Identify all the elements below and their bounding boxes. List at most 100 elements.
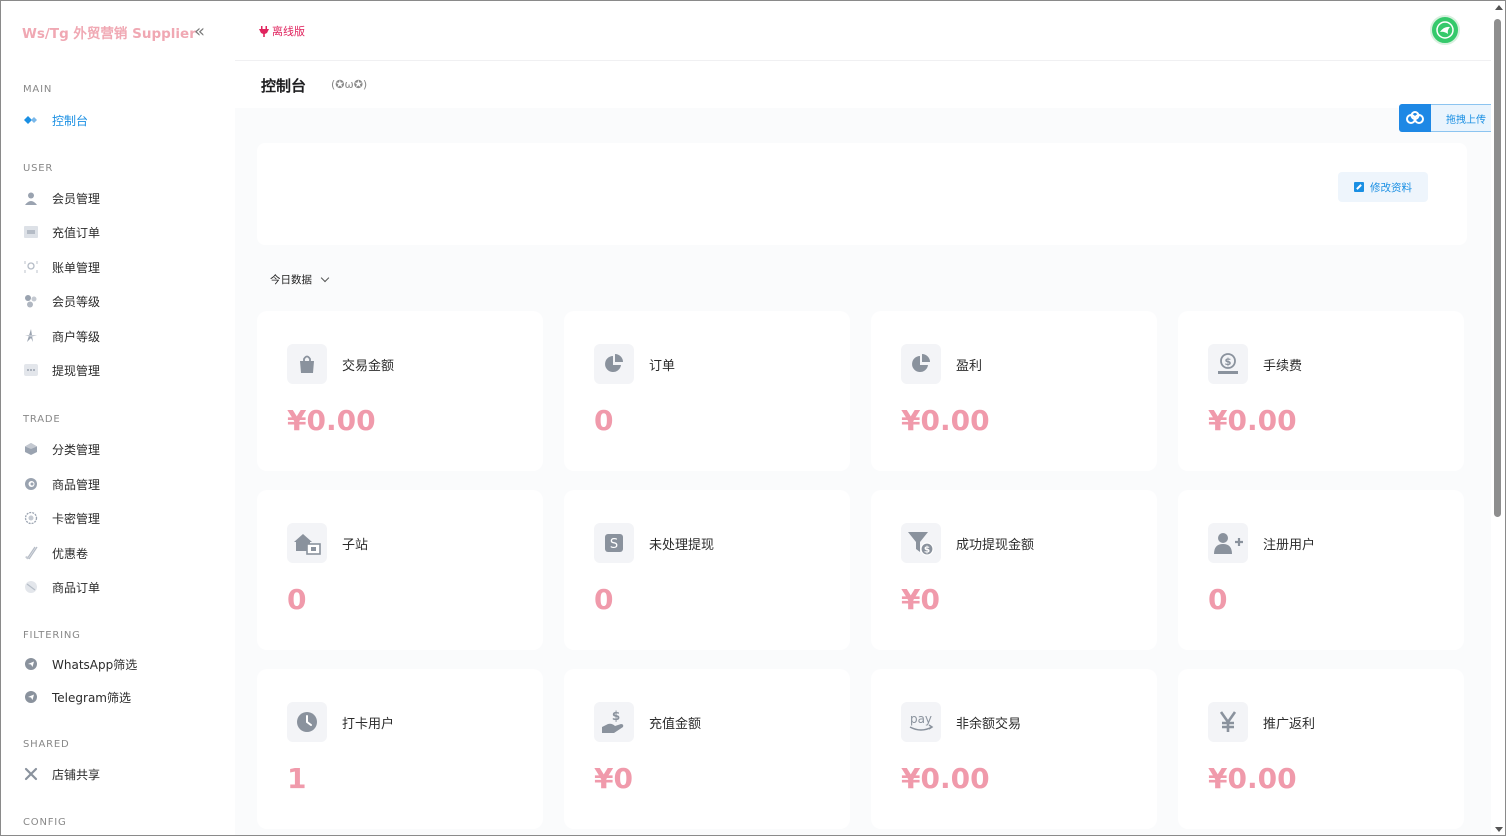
section-label-main: MAIN [23, 84, 53, 95]
scrollbar-thumb[interactable] [1494, 19, 1501, 517]
sidebar-item-member-level[interactable]: 会员等级 [23, 290, 100, 312]
sidebar-item-shop-share[interactable]: 店铺共享 [23, 763, 100, 785]
sidebar-item-label: 商品管理 [52, 477, 101, 492]
stat-title: 订单 [649, 359, 676, 374]
send-icon [23, 656, 39, 672]
recharge-icon [23, 224, 39, 240]
sidebar-item-label: 会员管理 [52, 191, 101, 206]
sidebar-item-label: 店铺共享 [52, 767, 101, 782]
stat-title: 交易金额 [342, 359, 395, 374]
stat-card-registered-users: 注册用户 0 [1178, 490, 1464, 650]
avatar-bird-icon [1436, 21, 1454, 39]
stat-title: 盈利 [956, 359, 983, 374]
edit-profile-button[interactable]: 修改资料 [1338, 172, 1428, 202]
date-range-select[interactable]: 今日数据 [270, 272, 330, 287]
stat-title: 子站 [342, 538, 369, 553]
stat-value: 0 [1208, 583, 1228, 616]
section-label-shared: SHARED [23, 739, 70, 750]
pay-icon: pay [901, 702, 941, 742]
main-content: 离线版 控制台 (✪ω✪) 修改资料 今日数据 交易金额 ¥0.00 订单 0 … [235, 1, 1491, 835]
section-label-filtering: FILTERING [23, 630, 81, 641]
date-range-label: 今日数据 [270, 274, 312, 286]
sidebar-item-goods-management[interactable]: 商品管理 [23, 473, 100, 495]
page-emoticon: (✪ω✪) [331, 78, 368, 91]
dollar-hand-icon: $ [1208, 344, 1248, 384]
top-bar: 离线版 [235, 1, 1491, 61]
user-icon [23, 190, 39, 206]
hand-dollar-icon: $ [594, 702, 634, 742]
collapse-sidebar-icon[interactable]: « [194, 21, 205, 42]
sidebar-item-label: 控制台 [52, 113, 89, 128]
stat-title: 注册用户 [1263, 538, 1316, 553]
sidebar-item-recharge-orders[interactable]: 充值订单 [23, 221, 100, 243]
offline-badge: 离线版 [259, 23, 305, 39]
dashboard-icon [23, 112, 39, 128]
sidebar-item-label: 卡密管理 [52, 511, 101, 526]
card-key-icon [23, 510, 39, 526]
sidebar-item-whatsapp-filter[interactable]: WhatsApp筛选 [23, 653, 137, 675]
sidebar-item-coupon[interactable]: 优惠卷 [23, 542, 88, 564]
stat-card-non-balance-transaction: pay 非余额交易 ¥0.00 [871, 669, 1157, 829]
scroll-up-icon[interactable] [1495, 5, 1503, 10]
pie-chart-icon [594, 344, 634, 384]
plug-icon [259, 25, 269, 37]
page-title: 控制台 [261, 77, 307, 95]
profile-card [257, 143, 1467, 245]
user-plus-icon [1208, 523, 1248, 563]
funnel-dollar-icon: $ [901, 523, 941, 563]
stat-value: 0 [594, 583, 614, 616]
sidebar-item-label: 账单管理 [52, 260, 101, 275]
stat-title: 未处理提现 [649, 538, 715, 553]
stat-card-recharge-amount: $ 充值金额 ¥0 [564, 669, 850, 829]
clock-icon [287, 702, 327, 742]
section-label-user: USER [23, 163, 54, 174]
svg-text:$: $ [924, 546, 930, 556]
stat-value: 0 [594, 404, 614, 437]
withdraw-icon [23, 362, 39, 378]
svg-text:pay: pay [910, 712, 932, 726]
share-icon [23, 766, 39, 782]
sidebar-item-telegram-filter[interactable]: Telegram筛选 [23, 686, 131, 708]
stat-title: 打卡用户 [342, 717, 395, 732]
avatar[interactable] [1430, 15, 1460, 45]
stat-value: ¥0.00 [1208, 762, 1297, 795]
sidebar-item-dashboard[interactable]: 控制台 [23, 109, 88, 131]
sidebar-item-label: Telegram筛选 [52, 690, 131, 705]
stat-value: ¥0 [901, 583, 940, 616]
app-window: Ws/Tg 外贸营销 Supplier « MAIN 控制台 USER 会员管理… [0, 0, 1506, 836]
goods-icon [23, 476, 39, 492]
chevron-down-icon [320, 273, 330, 283]
stat-value: ¥0.00 [287, 404, 376, 437]
sidebar-item-merchant-level[interactable]: 商户等级 [23, 325, 100, 347]
sidebar-item-withdraw-management[interactable]: 提现管理 [23, 359, 100, 381]
sidebar-item-card-key-management[interactable]: 卡密管理 [23, 507, 100, 529]
send-icon [23, 689, 39, 705]
stat-card-referral-rebate: 推广返利 ¥0.00 [1178, 669, 1464, 829]
stat-card-orders: 订单 0 [564, 311, 850, 471]
pie-chart-icon [901, 344, 941, 384]
coupon-icon [23, 545, 39, 561]
drag-upload-button[interactable]: 拖拽上传 [1399, 104, 1505, 132]
scroll-down-icon[interactable] [1495, 827, 1503, 832]
stat-value: ¥0.00 [901, 404, 990, 437]
svg-text:$: $ [1225, 357, 1232, 368]
sidebar-item-label: 分类管理 [52, 442, 101, 457]
sidebar-item-label: 充值订单 [52, 225, 101, 240]
stat-card-checkin-users: 打卡用户 1 [257, 669, 543, 829]
stat-title: 成功提现金额 [956, 538, 1035, 553]
sidebar-item-goods-orders[interactable]: 商品订单 [23, 576, 100, 598]
sidebar-item-label: 优惠卷 [52, 546, 89, 561]
stat-card-fee: $ 手续费 ¥0.00 [1178, 311, 1464, 471]
sidebar-item-label: WhatsApp筛选 [52, 657, 138, 672]
money-icon: S [594, 523, 634, 563]
level-icon [23, 293, 39, 309]
sidebar-item-bill-management[interactable]: 账单管理 [23, 256, 100, 278]
sidebar-item-category-management[interactable]: 分类管理 [23, 438, 100, 460]
stat-value: ¥0.00 [901, 762, 990, 795]
yen-icon [1208, 702, 1248, 742]
stat-value: 0 [287, 583, 307, 616]
sidebar-item-label: 商品订单 [52, 580, 101, 595]
sidebar-item-member-management[interactable]: 会员管理 [23, 187, 100, 209]
stat-title: 充值金额 [649, 717, 702, 732]
edit-icon [1354, 182, 1364, 192]
